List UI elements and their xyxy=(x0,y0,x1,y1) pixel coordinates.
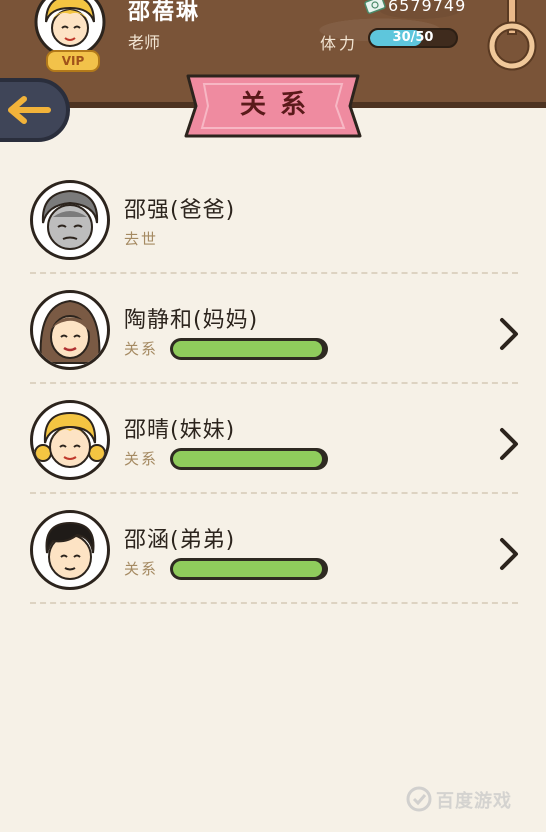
arrow-left-icon xyxy=(8,96,51,124)
chevron-right-icon[interactable] xyxy=(496,314,522,354)
watermark: 百度游戏 xyxy=(406,784,526,814)
relation-row-brother[interactable]: 邵涵(弟弟) 关系 xyxy=(0,498,546,608)
player-name: 邵蓓琳 xyxy=(128,0,201,25)
game-logo-icon xyxy=(406,786,432,812)
stamina-bar: 30/50 xyxy=(368,28,458,48)
relation-bar-fill xyxy=(173,341,322,357)
stamina-value: 30/50 xyxy=(392,30,434,45)
father-avatar xyxy=(30,180,110,260)
page-title: 关系 xyxy=(239,90,320,120)
relation-status: 去世 xyxy=(124,230,159,248)
relation-status: 关系 xyxy=(124,340,159,358)
mother-avatar xyxy=(30,290,110,370)
relation-name: 邵强(爸爸) xyxy=(124,198,236,223)
relation-name: 邵晴(妹妹) xyxy=(124,418,236,443)
vip-badge: VIP xyxy=(46,50,100,72)
relation-row-sister[interactable]: 邵晴(妹妹) 关系 xyxy=(0,388,546,498)
sister-avatar xyxy=(30,400,110,480)
watermark-text: 百度游戏 xyxy=(436,791,512,812)
relation-status: 关系 xyxy=(124,450,159,468)
relation-name: 邵涵(弟弟) xyxy=(124,528,236,553)
divider xyxy=(30,382,518,384)
relation-bar-fill xyxy=(173,451,322,467)
divider xyxy=(30,602,518,604)
relation-row-father[interactable]: 邵强(爸爸) 去世 xyxy=(0,168,546,278)
ring-icon[interactable] xyxy=(484,0,540,72)
relation-row-mother[interactable]: 陶静和(妈妈) 关系 xyxy=(0,278,546,388)
chevron-right-icon[interactable] xyxy=(496,424,522,464)
brother-avatar xyxy=(30,510,110,590)
divider xyxy=(30,272,518,274)
divider xyxy=(30,492,518,494)
relation-bar xyxy=(170,448,328,470)
relation-bar xyxy=(170,558,328,580)
player-title: 老师 xyxy=(128,33,161,52)
banknote-icon xyxy=(364,0,386,14)
relation-status: 关系 xyxy=(124,560,159,578)
stamina-label: 体力 xyxy=(320,34,359,53)
relation-bar-fill xyxy=(173,561,322,577)
money-value: 6579749 xyxy=(388,0,467,15)
relation-bar xyxy=(170,338,328,360)
chevron-right-icon[interactable] xyxy=(496,534,522,574)
relation-name: 陶静和(妈妈) xyxy=(124,308,259,333)
back-button[interactable] xyxy=(0,78,70,142)
page-title-banner: 关系 xyxy=(184,70,362,144)
